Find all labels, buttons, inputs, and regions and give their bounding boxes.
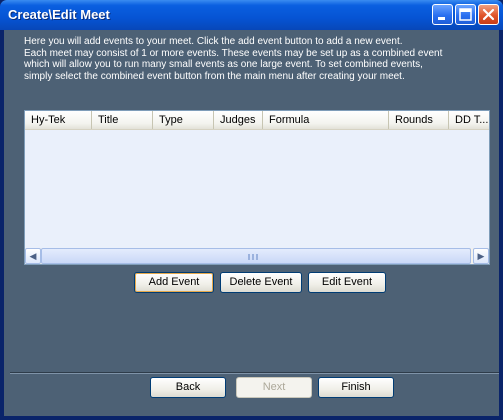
chevron-right-icon: ▶ [477,251,485,261]
horizontal-scrollbar[interactable]: ◀ ▶ [25,248,489,264]
title-bar[interactable]: Create\Edit Meet [0,0,503,30]
close-button[interactable] [478,4,499,25]
grip-icon [248,254,258,260]
window-title: Create\Edit Meet [8,7,110,22]
column-header-title[interactable]: Title [92,111,153,129]
edit-event-button[interactable]: Edit Event [308,272,386,293]
instructions-line: which will allow you to run many small e… [24,59,423,70]
scroll-right-button[interactable]: ▶ [473,248,489,264]
column-header-formula[interactable]: Formula [263,111,389,129]
delete-event-button[interactable]: Delete Event [220,272,302,293]
chevron-left-icon: ◀ [29,251,37,261]
add-event-button[interactable]: Add Event [134,272,214,293]
events-list[interactable]: Hy-Tek Title Type Judges Formula Rounds … [24,110,490,265]
create-edit-meet-window: Create\Edit Meet Here you will add event… [0,0,503,420]
separator [10,372,499,374]
minimize-icon [438,17,445,20]
instructions-line: Each meet may consist of 1 or more event… [24,47,443,59]
column-header-judges[interactable]: Judges [214,111,263,129]
scroll-thumb[interactable] [41,248,471,264]
instructions-text: Here you will add events to your meet. C… [24,36,494,82]
back-button[interactable]: Back [150,377,226,398]
instructions-line: Here you will add events to your meet. C… [24,36,403,47]
minimize-button[interactable] [432,4,453,25]
maximize-button[interactable] [455,4,476,25]
maximize-icon [459,8,472,21]
finish-button[interactable]: Finish [318,377,394,398]
column-header-dd[interactable]: DD T... [449,111,489,129]
events-list-header: Hy-Tek Title Type Judges Formula Rounds … [25,111,489,130]
column-header-type[interactable]: Type [153,111,214,129]
column-header-rounds[interactable]: Rounds [389,111,449,129]
dialog-body: Here you will add events to your meet. C… [4,30,499,416]
close-icon [482,8,495,21]
next-button[interactable]: Next [236,377,312,398]
column-header-hy-tek[interactable]: Hy-Tek [25,111,92,129]
scroll-left-button[interactable]: ◀ [25,248,41,264]
instructions-line: simply select the combined event button … [24,70,405,82]
